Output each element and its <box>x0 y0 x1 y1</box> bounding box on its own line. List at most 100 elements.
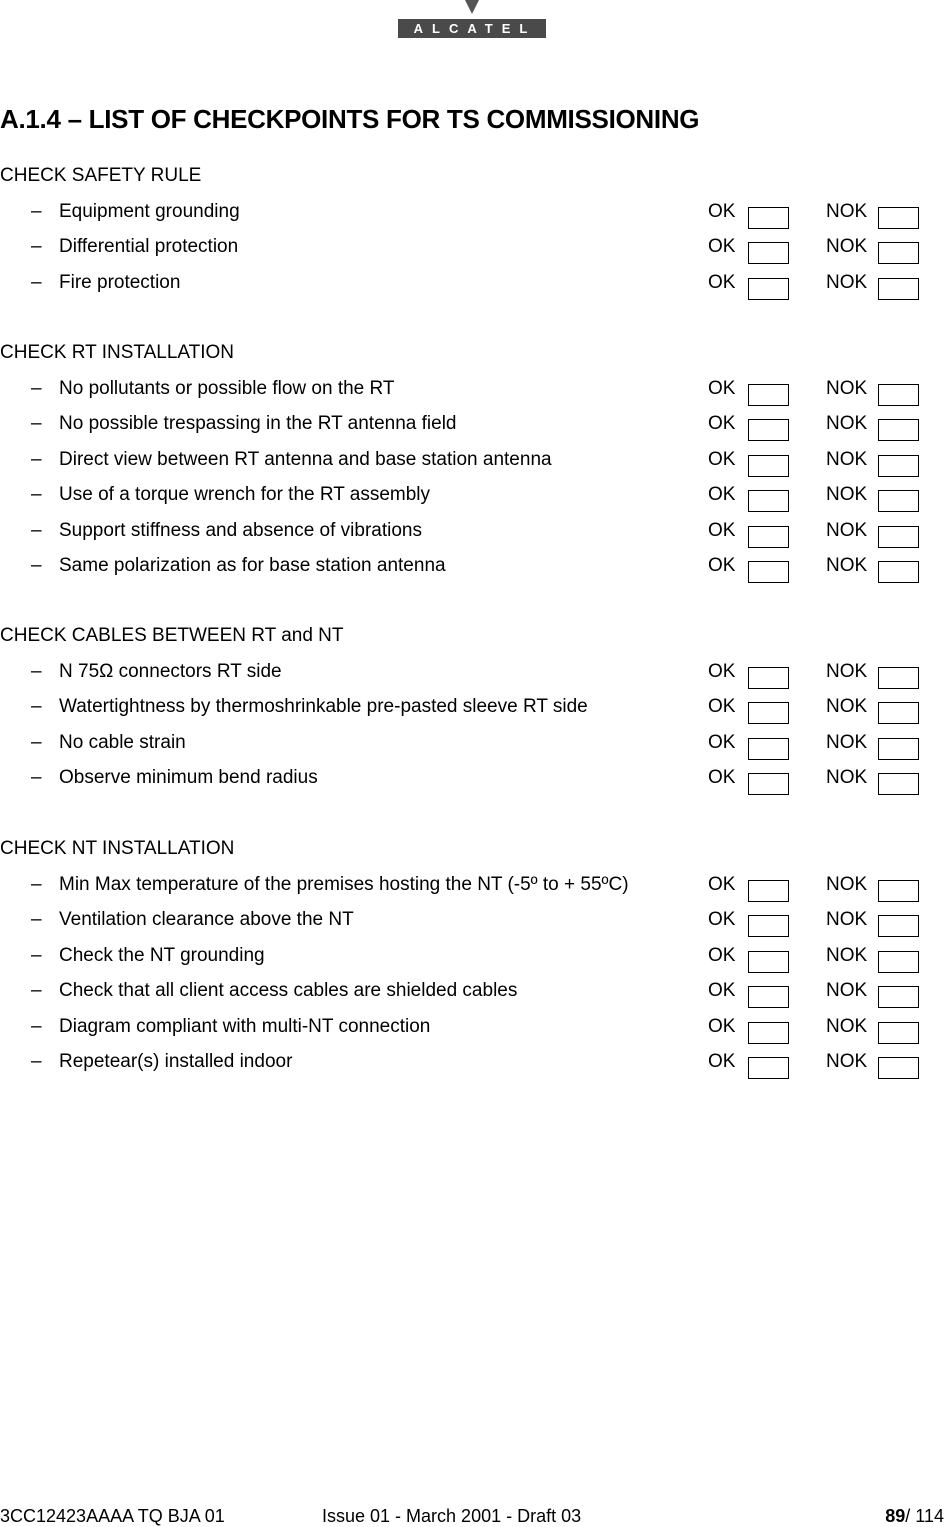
nok-checkbox[interactable] <box>878 384 919 406</box>
ok-label: OK <box>708 1050 736 1072</box>
checklist-section: CHECK SAFETY RULE – Equipment grounding OK N… <box>0 166 944 307</box>
nok-checkbox[interactable] <box>878 454 919 477</box>
nok-checkbox[interactable] <box>878 560 919 583</box>
nok-checkbox[interactable] <box>878 1056 919 1079</box>
nok-checkbox[interactable] <box>878 950 919 973</box>
nok-checkbox[interactable] <box>878 667 919 689</box>
nok-label: NOK <box>826 236 868 258</box>
bullet-dash: – <box>31 201 42 222</box>
ok-checkbox[interactable] <box>748 773 789 796</box>
checkpoint-row: – Differential protection OK NOK <box>0 236 944 271</box>
ok-label: OK <box>708 980 736 1002</box>
nok-checkbox[interactable] <box>878 773 919 796</box>
bullet-dash: – <box>31 767 42 789</box>
ok-checkbox[interactable] <box>748 880 789 902</box>
checkpoint-label: Use of a torque wrench for the RT assemb… <box>59 484 431 506</box>
checkpoint-label: Observe minimum bend radius <box>59 767 318 789</box>
ok-checkbox[interactable] <box>748 277 789 300</box>
nok-checkbox[interactable] <box>878 207 919 229</box>
checkpoint-label: Same polarization as for base station an… <box>59 554 446 576</box>
bullet-dash: – <box>31 413 42 435</box>
nok-checkbox[interactable] <box>878 880 919 902</box>
ok-checkbox[interactable] <box>748 242 789 265</box>
ok-label: OK <box>708 909 736 931</box>
nok-label: NOK <box>826 378 868 399</box>
checkpoint-row: – No possible trespassing in the RT anten… <box>0 413 944 448</box>
bullet-dash: – <box>31 554 42 576</box>
checkpoint-row: – Equipment grounding OK NOK <box>0 201 944 236</box>
ok-label: OK <box>708 731 736 753</box>
nok-checkbox[interactable] <box>878 490 919 513</box>
ok-checkbox[interactable] <box>748 454 789 477</box>
checkpoint-label: Diagram compliant with multi-NT connecti… <box>59 1015 431 1037</box>
page-title: A.1.4 – LIST OF CHECKPOINTS FOR TS COMMI… <box>0 104 700 134</box>
checkpoint-label: Differential protection <box>59 236 239 258</box>
bullet-dash: – <box>31 271 42 293</box>
nok-checkbox[interactable] <box>878 986 919 1009</box>
section-title: CHECK NT INSTALLATION <box>0 838 235 859</box>
bullet-dash: – <box>31 696 42 718</box>
nok-checkbox[interactable] <box>878 242 919 265</box>
ok-checkbox[interactable] <box>748 737 789 760</box>
nok-label: NOK <box>826 1015 868 1037</box>
checkpoint-label: Direct view between RT antenna and base … <box>59 448 552 470</box>
checklist-section: CHECK NT INSTALLATION – Min Max temperatur… <box>0 839 944 1086</box>
nok-checkbox[interactable] <box>878 525 919 548</box>
nok-checkbox[interactable] <box>878 277 919 300</box>
ok-checkbox[interactable] <box>748 384 789 406</box>
ok-label: OK <box>708 201 736 222</box>
checkpoint-label: Repetear(s) installed indoor <box>59 1050 293 1072</box>
nok-label: NOK <box>826 554 868 576</box>
nok-label: NOK <box>826 767 868 789</box>
bullet-dash: – <box>31 519 42 541</box>
nok-checkbox[interactable] <box>878 419 919 442</box>
nok-checkbox[interactable] <box>878 702 919 725</box>
bullet-dash: – <box>31 731 42 753</box>
ok-checkbox[interactable] <box>748 986 789 1009</box>
checkpoint-row: – Observe minimum bend radius OK NOK <box>0 767 944 802</box>
checkpoint-label: Watertightness by thermoshrinkable pre-p… <box>59 696 588 718</box>
checkpoint-row: – N 75Ω connectors RT side OK NOK <box>0 661 944 696</box>
checkpoint-row: – Ventilation clearance above the NT OK NOK <box>0 909 944 944</box>
bullet-dash: – <box>31 874 42 895</box>
checkpoint-row: – Min Max temperature of the premises hos… <box>0 874 944 909</box>
ok-checkbox[interactable] <box>748 1021 789 1044</box>
ok-label: OK <box>708 944 736 966</box>
ok-checkbox[interactable] <box>748 207 789 229</box>
ok-checkbox[interactable] <box>748 560 789 583</box>
bullet-dash: – <box>31 661 42 682</box>
ok-checkbox[interactable] <box>748 490 789 513</box>
nok-checkbox[interactable] <box>878 737 919 760</box>
ok-checkbox[interactable] <box>748 667 789 689</box>
ok-checkbox[interactable] <box>748 419 789 442</box>
bullet-dash: – <box>31 484 42 506</box>
nok-label: NOK <box>826 448 868 470</box>
checkpoint-row: – Same polarization as for base station a… <box>0 555 944 590</box>
nok-label: NOK <box>826 271 868 293</box>
ok-label: OK <box>708 271 736 293</box>
checklist-section: CHECK CABLES BETWEEN RT and NT – N 75Ω con… <box>0 626 944 803</box>
nok-label: NOK <box>826 1050 868 1072</box>
nok-checkbox[interactable] <box>878 915 919 938</box>
logo-triangle-icon <box>465 0 479 14</box>
checkpoint-row: – Diagram compliant with multi-NT connect… <box>0 1016 944 1051</box>
checkpoint-row: – Check that all client access cables are… <box>0 980 944 1015</box>
ok-checkbox[interactable] <box>748 525 789 548</box>
checkpoint-label: Check the NT grounding <box>59 944 265 966</box>
bullet-dash: – <box>31 980 42 1002</box>
ok-checkbox[interactable] <box>748 915 789 938</box>
ok-label: OK <box>708 767 736 789</box>
checklist-section: CHECK RT INSTALLATION – No pollutants or p… <box>0 343 944 590</box>
checkpoint-label: Ventilation clearance above the NT <box>59 909 354 931</box>
ok-checkbox[interactable] <box>748 1056 789 1079</box>
checkpoint-row: – Direct view between RT antenna and base… <box>0 449 944 484</box>
nok-label: NOK <box>826 874 868 895</box>
ok-checkbox[interactable] <box>748 950 789 973</box>
ok-label: OK <box>708 413 736 435</box>
ok-checkbox[interactable] <box>748 702 789 725</box>
checkpoint-label: Check that all client access cables are … <box>59 980 518 1002</box>
checkpoint-label: Equipment grounding <box>59 201 240 222</box>
ok-label: OK <box>708 448 736 470</box>
nok-checkbox[interactable] <box>878 1021 919 1044</box>
page-total: / 114 <box>905 1506 944 1526</box>
